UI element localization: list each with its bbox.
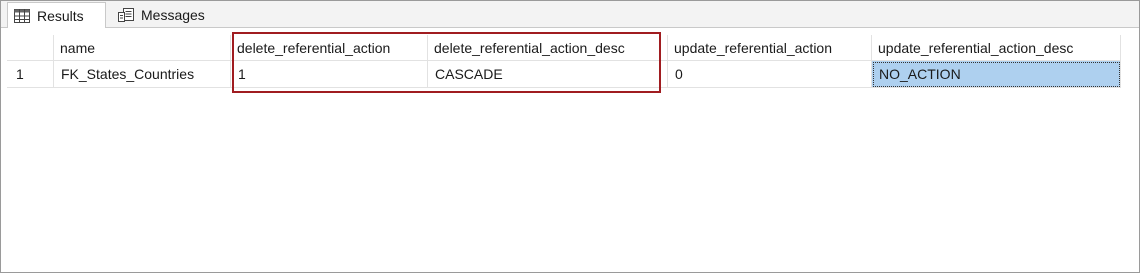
tab-results[interactable]: Results — [7, 2, 106, 28]
tab-results-label: Results — [37, 7, 84, 24]
cell-update-referential-action[interactable]: 0 — [668, 61, 872, 88]
column-header-delete-referential-action[interactable]: delete_referential_action — [231, 35, 428, 61]
row-number[interactable]: 1 — [7, 61, 54, 88]
grid-icon — [14, 8, 30, 23]
cell-delete-referential-action[interactable]: 1 — [231, 61, 428, 88]
messages-icon — [118, 7, 134, 22]
column-header-name[interactable]: name — [54, 35, 231, 61]
cell-delete-referential-action-desc[interactable]: CASCADE — [428, 61, 668, 88]
cell-name[interactable]: FK_States_Countries — [54, 61, 231, 88]
column-header-delete-referential-action-desc[interactable]: delete_referential_action_desc — [428, 35, 668, 61]
column-header-update-referential-action[interactable]: update_referential_action — [668, 35, 872, 61]
results-tab-bar: Results Messages — [1, 1, 1139, 28]
results-pane: Results Messages name delete_referential… — [0, 0, 1140, 273]
row-number-header[interactable] — [7, 35, 54, 61]
tab-messages-label: Messages — [141, 6, 205, 23]
cell-update-referential-action-desc-selected[interactable]: NO_ACTION — [872, 61, 1121, 88]
tab-messages[interactable]: Messages — [112, 2, 226, 27]
column-header-update-referential-action-desc[interactable]: update_referential_action_desc — [872, 35, 1121, 61]
